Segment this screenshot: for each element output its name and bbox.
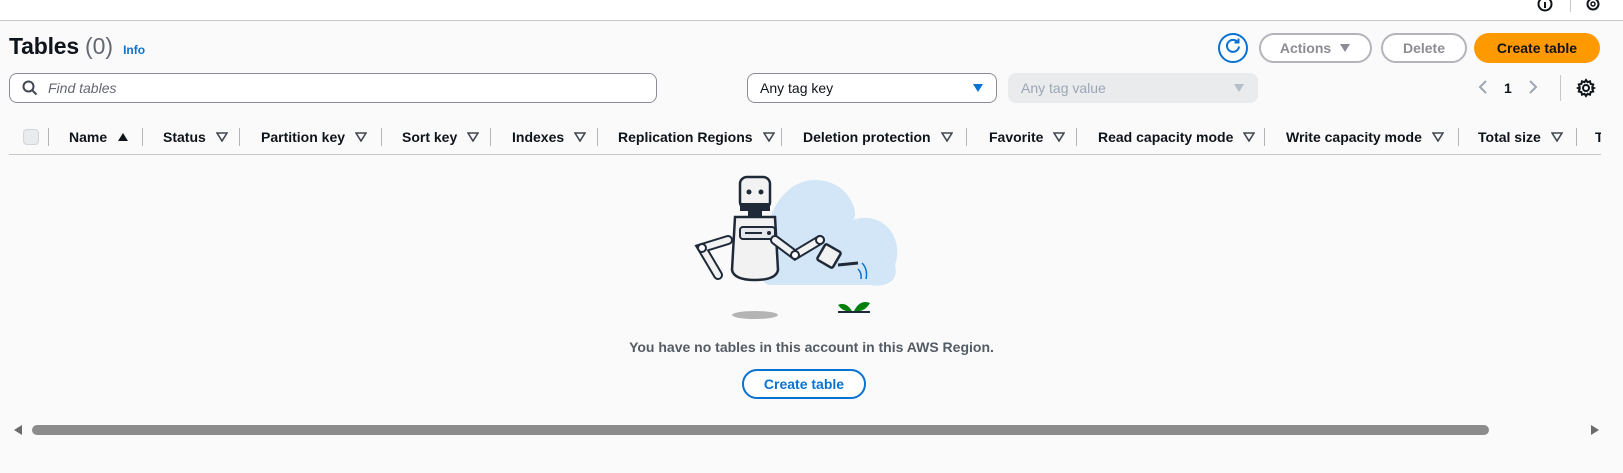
column-header-label: T bbox=[1595, 129, 1601, 145]
pagination-divider bbox=[1560, 75, 1561, 101]
sort-icon bbox=[762, 129, 776, 145]
column-divider bbox=[142, 128, 143, 146]
table-header-row: Name Status Partition key Sort key Index… bbox=[9, 120, 1601, 155]
sort-icon bbox=[1431, 129, 1445, 145]
column-header-label: Read capacity mode bbox=[1098, 129, 1234, 145]
empty-state-create-table-button[interactable]: Create table bbox=[742, 369, 866, 399]
search-input[interactable] bbox=[46, 79, 650, 97]
settings-gear-icon[interactable] bbox=[1584, 0, 1602, 12]
column-divider bbox=[381, 128, 382, 146]
next-page-icon[interactable] bbox=[1528, 79, 1538, 97]
delete-label: Delete bbox=[1402, 40, 1446, 56]
pagination: 1 bbox=[1478, 73, 1561, 103]
column-divider bbox=[1458, 128, 1459, 146]
column-divider bbox=[1576, 128, 1577, 146]
current-page-number[interactable]: 1 bbox=[1504, 80, 1512, 96]
refresh-icon bbox=[1224, 37, 1242, 60]
column-header-label: Partition key bbox=[261, 129, 346, 145]
caret-down-icon bbox=[972, 80, 984, 96]
sort-ascending-icon bbox=[117, 129, 129, 145]
page-header: Tables (0) Info bbox=[9, 33, 145, 60]
info-link[interactable]: Info bbox=[123, 43, 145, 57]
empty-state-message: You have no tables in this account in th… bbox=[629, 339, 994, 355]
column-divider bbox=[597, 128, 598, 146]
column-header-name[interactable]: Name bbox=[69, 120, 129, 154]
column-header-read-capacity-mode[interactable]: Read capacity mode bbox=[1098, 120, 1256, 154]
column-header-label: Deletion protection bbox=[803, 129, 931, 145]
sort-icon bbox=[1242, 129, 1256, 145]
page-title: Tables bbox=[9, 33, 79, 59]
info-circle-icon[interactable] bbox=[1536, 0, 1554, 12]
caret-down-icon bbox=[1233, 80, 1245, 96]
sort-icon bbox=[940, 129, 954, 145]
column-header-total-size[interactable]: Total size bbox=[1478, 120, 1564, 154]
tag-value-placeholder: Any tag value bbox=[1021, 80, 1106, 96]
column-header-label: Sort key bbox=[402, 129, 458, 145]
column-divider bbox=[781, 128, 782, 146]
select-all-checkbox[interactable] bbox=[23, 129, 39, 145]
column-divider bbox=[490, 128, 491, 146]
sort-icon bbox=[1550, 129, 1564, 145]
scroll-right-arrow-icon[interactable] bbox=[1591, 425, 1599, 435]
column-header-deletion-protection[interactable]: Deletion protection bbox=[803, 120, 954, 154]
column-divider bbox=[239, 128, 240, 146]
column-divider bbox=[1264, 128, 1265, 146]
column-header-label: Total size bbox=[1478, 129, 1541, 145]
column-header-label: Replication Regions bbox=[618, 129, 753, 145]
column-header-label: Name bbox=[69, 129, 108, 145]
search-icon bbox=[22, 80, 38, 96]
table-count: (0) bbox=[84, 33, 114, 59]
column-header-indexes[interactable]: Indexes bbox=[512, 120, 587, 154]
column-header-label: Indexes bbox=[512, 129, 565, 145]
caret-down-icon bbox=[1339, 40, 1351, 56]
column-divider bbox=[48, 128, 49, 146]
scroll-left-arrow-icon[interactable] bbox=[14, 425, 22, 435]
robot-watering-plant-illustration bbox=[694, 175, 898, 319]
column-header-favorite[interactable]: Favorite bbox=[989, 120, 1066, 154]
column-header-sort-key[interactable]: Sort key bbox=[402, 120, 480, 154]
horizontal-scrollbar[interactable] bbox=[14, 423, 1599, 437]
actions-label: Actions bbox=[1279, 40, 1332, 56]
column-divider bbox=[966, 128, 967, 146]
sort-icon bbox=[215, 129, 229, 145]
refresh-button[interactable] bbox=[1218, 33, 1248, 63]
top-nav-divider bbox=[1570, 0, 1571, 12]
column-header-label: Status bbox=[163, 129, 206, 145]
column-header-replication-regions[interactable]: Replication Regions bbox=[618, 120, 776, 154]
table-preferences-gear-icon[interactable] bbox=[1576, 78, 1596, 98]
create-table-button[interactable]: Create table bbox=[1474, 33, 1600, 63]
sort-icon bbox=[466, 129, 480, 145]
column-header-partition-key[interactable]: Partition key bbox=[261, 120, 368, 154]
actions-dropdown-button[interactable]: Actions bbox=[1259, 33, 1372, 63]
top-nav-bar bbox=[0, 0, 1623, 21]
search-box[interactable] bbox=[9, 73, 657, 103]
column-header-truncated[interactable]: T bbox=[1595, 120, 1601, 154]
tag-key-value: Any tag key bbox=[760, 80, 834, 96]
tag-value-select: Any tag value bbox=[1008, 73, 1258, 103]
sort-icon bbox=[354, 129, 368, 145]
sort-icon bbox=[573, 129, 587, 145]
tag-key-select[interactable]: Any tag key bbox=[747, 73, 997, 103]
column-divider bbox=[1076, 128, 1077, 146]
scrollbar-thumb[interactable] bbox=[32, 425, 1489, 435]
delete-button[interactable]: Delete bbox=[1381, 33, 1467, 63]
column-header-write-capacity-mode[interactable]: Write capacity mode bbox=[1286, 120, 1445, 154]
column-header-label: Favorite bbox=[989, 129, 1044, 145]
previous-page-icon[interactable] bbox=[1478, 79, 1488, 97]
column-header-status[interactable]: Status bbox=[163, 120, 229, 154]
sort-icon bbox=[1053, 129, 1066, 145]
column-header-label: Write capacity mode bbox=[1286, 129, 1422, 145]
